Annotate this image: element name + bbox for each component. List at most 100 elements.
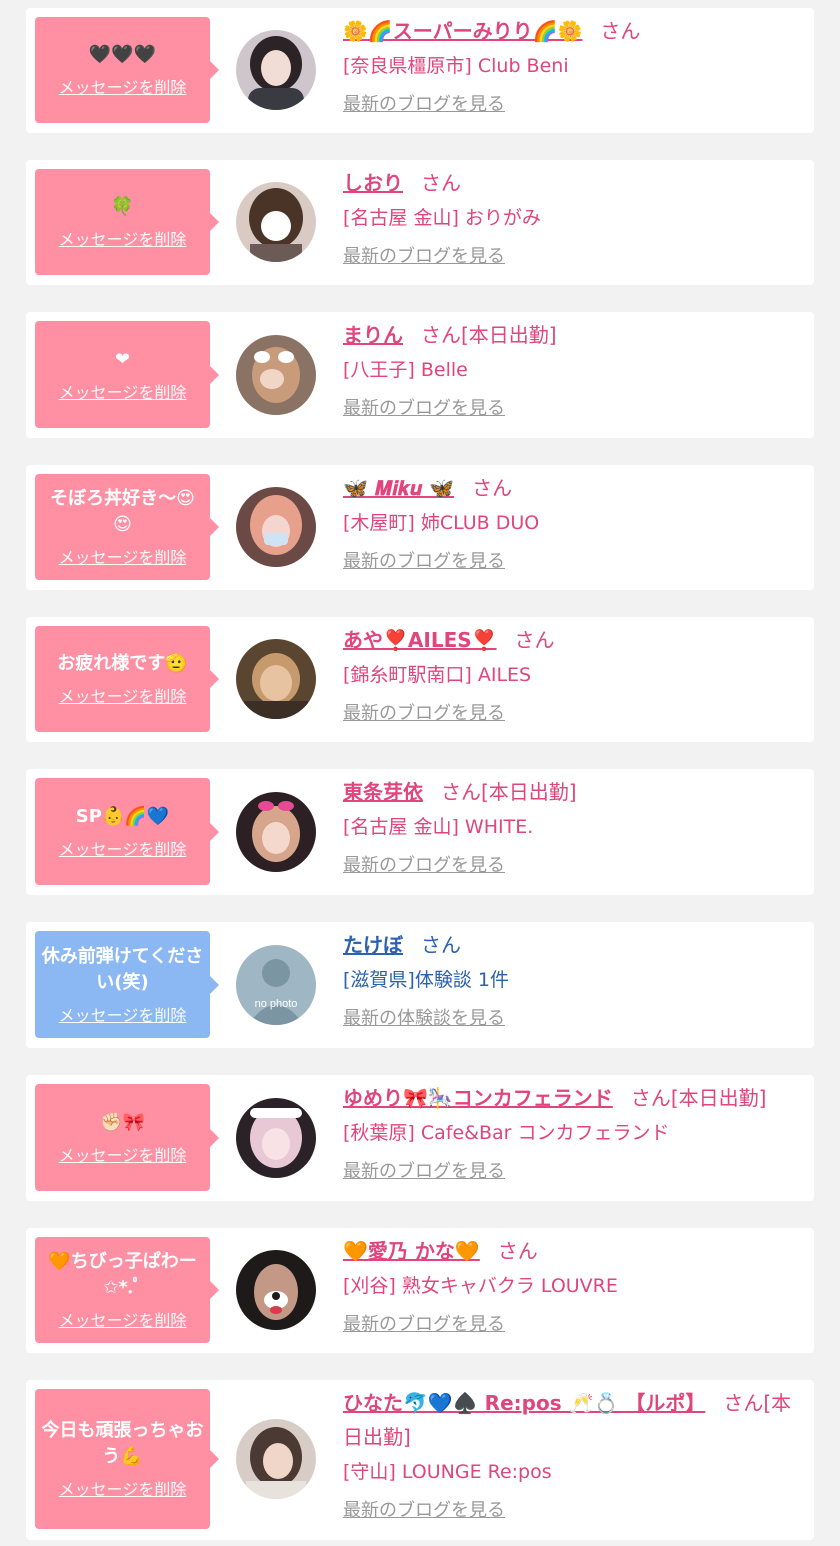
girl-photo-avatar-icon[interactable] [236,792,316,872]
latest-blog-link[interactable]: 最新のブログを見る [343,1310,803,1340]
no-photo-text: no photo [255,998,298,1010]
message-bubble: お疲れ様です🫡 メッセージを削除 [35,626,219,732]
user-name-link[interactable]: たけぼ [343,933,403,957]
delete-message-link[interactable]: メッセージを削除 [59,1476,187,1500]
honorific: さん [600,19,641,43]
cast-name-link[interactable]: 🌼🌈スーパーみりり🌈🌼 [343,19,582,43]
honorific: さん [441,780,481,804]
message-bubble: 🧡ちびっ子ぱわー✩*.ﾟ メッセージを削除 [35,1237,219,1343]
shop-label: [奈良県橿原市] Club Beni [343,55,569,77]
latest-blog-link[interactable]: 最新のブログを見る [343,90,803,120]
shop-label: [名古屋 金山] WHITE. [343,816,534,838]
profile-info: 🧡愛乃 かな🧡 さん [刈谷] 熟女キャバクラ LOUVRE 最新のブログを見る [343,1234,803,1340]
honorific: さん [723,1391,764,1415]
girl-photo-avatar-icon[interactable] [236,1250,316,1330]
honorific: さん [514,628,555,652]
message-bubble: そぼろ丼好き〜😍😍 メッセージを削除 [35,474,219,580]
message-text: ✊🏻🎀 [100,1111,145,1133]
message-text: 今日も頑張っちゃおう💪 [41,1420,204,1467]
delete-message-link[interactable]: メッセージを削除 [59,1142,187,1166]
latest-blog-link[interactable]: 最新のブログを見る [343,394,803,424]
shop-label: [錦糸町駅南口] AILES [343,664,532,686]
message-bubble: ❤ メッセージを削除 [35,321,219,428]
shop-label: [木屋町] 姉CLUB DUO [343,512,540,534]
shop-label: [滋賀県]体験談 1件 [343,969,509,991]
girl-photo-avatar-icon[interactable] [236,487,316,567]
delete-message-link[interactable]: メッセージを削除 [59,74,187,98]
delete-message-link[interactable]: メッセージを削除 [59,544,187,568]
cast-name-link[interactable]: 🧡愛乃 かな🧡 [343,1239,480,1263]
delete-message-link[interactable]: メッセージを削除 [59,683,187,707]
message-bubble: SP👶🌈💙 メッセージを削除 [35,778,219,885]
profile-info: 🌼🌈スーパーみりり🌈🌼 さん [奈良県橿原市] Club Beni 最新のブログを… [343,14,803,120]
message-bubble: 🍀 メッセージを削除 [35,169,219,275]
cast-name-link[interactable]: しおり [343,171,403,195]
message-card: 🖤🖤🖤 メッセージを削除 🌼🌈スーパーみりり🌈🌼 さん [奈良県橿原市] Club… [26,8,814,133]
delete-message-link[interactable]: メッセージを削除 [59,836,187,860]
latest-blog-link[interactable]: 最新のブログを見る [343,1157,803,1187]
status-label: [本日出勤] [670,1086,767,1110]
message-card: お疲れ様です🫡 メッセージを削除 あや❣️AILES❣️ さん [錦糸町駅南口] … [26,617,814,742]
latest-blog-link[interactable]: 最新のブログを見る [343,1496,803,1526]
girl-photo-avatar-icon[interactable] [236,1419,316,1499]
shop-label: [秋葉原] Cafe&Bar コンカフェランド [343,1122,670,1144]
shop-label: [刈谷] 熟女キャバクラ LOUVRE [343,1275,618,1297]
girl-photo-avatar-icon[interactable] [236,639,316,719]
message-text: SP👶🌈💙 [75,805,170,827]
message-card: 🍀 メッセージを削除 しおり さん [名古屋 金山] おりがみ 最新のブログを見る [26,160,814,285]
profile-info: ゆめり🎀🎠コンカフェランド さん[本日出勤] [秋葉原] Cafe&Bar コンカ… [343,1081,803,1187]
message-bubble: ✊🏻🎀 メッセージを削除 [35,1084,219,1191]
honorific: さん [421,171,461,195]
profile-info: まりん さん[本日出勤] [八王子] Belle 最新のブログを見る [343,318,803,424]
message-card: 今日も頑張っちゃおう💪 メッセージを削除 ひなた🐬💙♠️ Re:pos 🥂💍 【… [26,1380,814,1540]
status-label: [本日出勤] [481,780,577,804]
shop-label: [名古屋 金山] おりがみ [343,207,541,229]
message-card: 🧡ちびっ子ぱわー✩*.ﾟ メッセージを削除 🧡愛乃 かな🧡 さん [刈谷] 熟女キ… [26,1228,814,1353]
message-bubble: 今日も頑張っちゃおう💪 メッセージを削除 [35,1389,219,1529]
cast-name-link[interactable]: ひなた🐬💙♠️ Re:pos 🥂💍 【ルポ】 [343,1391,705,1415]
message-card: 休み前弾けてください(笑) メッセージを削除 no photo たけぼ さん [滋… [26,922,814,1048]
message-text: 🧡ちびっ子ぱわー✩*.ﾟ [48,1251,197,1298]
message-card: SP👶🌈💙 メッセージを削除 東条芽依 さん[本日出勤] [名古屋 金山] WHI… [26,769,814,895]
honorific: さん [472,476,513,500]
message-card: ✊🏻🎀 メッセージを削除 ゆめり🎀🎠コンカフェランド さん[本日出勤] [秋葉原]… [26,1075,814,1201]
girl-photo-avatar-icon[interactable] [236,182,316,262]
no-photo-avatar-icon[interactable]: no photo [236,945,316,1025]
girl-photo-avatar-icon[interactable] [236,30,316,110]
latest-blog-link[interactable]: 最新のブログを見る [343,547,803,577]
girl-photo-avatar-icon[interactable] [236,335,316,415]
delete-message-link[interactable]: メッセージを削除 [59,1307,187,1331]
status-label: [本日出勤] [461,323,557,347]
delete-message-link[interactable]: メッセージを削除 [59,379,187,403]
cast-name-link[interactable]: まりん [343,323,403,347]
latest-blog-link[interactable]: 最新のブログを見る [343,851,803,881]
honorific: さん [421,933,461,957]
shop-label: [八王子] Belle [343,359,468,381]
profile-info: たけぼ さん [滋賀県]体験談 1件 最新の体験談を見る [343,928,803,1034]
message-card: そぼろ丼好き〜😍😍 メッセージを削除 🦋 𝑴𝒊𝒌𝒖 🦋 さん [木屋町] 姉CLU… [26,465,814,590]
shop-label: [守山] LOUNGE Re:pos [343,1461,552,1483]
cast-name-link[interactable]: あや❣️AILES❣️ [343,628,497,652]
honorific: さん [421,323,461,347]
girl-photo-avatar-icon[interactable] [236,1098,316,1178]
message-text: 休み前弾けてください(笑) [41,945,204,993]
cast-name-link[interactable]: 🦋 𝑴𝒊𝒌𝒖 🦋 [343,476,454,500]
delete-message-link[interactable]: メッセージを削除 [59,226,187,250]
delete-message-link[interactable]: メッセージを削除 [59,1002,187,1026]
message-text: お疲れ様です🫡 [57,653,188,674]
message-text: ❤ [114,348,131,370]
profile-info: 東条芽依 さん[本日出勤] [名古屋 金山] WHITE. 最新のブログを見る [343,775,803,881]
profile-info: 🦋 𝑴𝒊𝒌𝒖 🦋 さん [木屋町] 姉CLUB DUO 最新のブログを見る [343,471,803,577]
message-bubble: 🖤🖤🖤 メッセージを削除 [35,17,219,123]
message-text: 🍀 [111,196,134,217]
message-text: 🖤🖤🖤 [88,44,157,65]
message-card: ❤ メッセージを削除 まりん さん[本日出勤] [八王子] Belle 最新のブロ… [26,312,814,438]
message-bubble: 休み前弾けてください(笑) メッセージを削除 [35,931,219,1038]
cast-name-link[interactable]: ゆめり🎀🎠コンカフェランド [343,1086,613,1110]
latest-review-link[interactable]: 最新の体験談を見る [343,1004,803,1034]
profile-info: しおり さん [名古屋 金山] おりがみ 最新のブログを見る [343,166,803,272]
latest-blog-link[interactable]: 最新のブログを見る [343,242,803,272]
latest-blog-link[interactable]: 最新のブログを見る [343,699,803,729]
cast-name-link[interactable]: 東条芽依 [343,780,423,804]
honorific: さん [630,1086,671,1110]
